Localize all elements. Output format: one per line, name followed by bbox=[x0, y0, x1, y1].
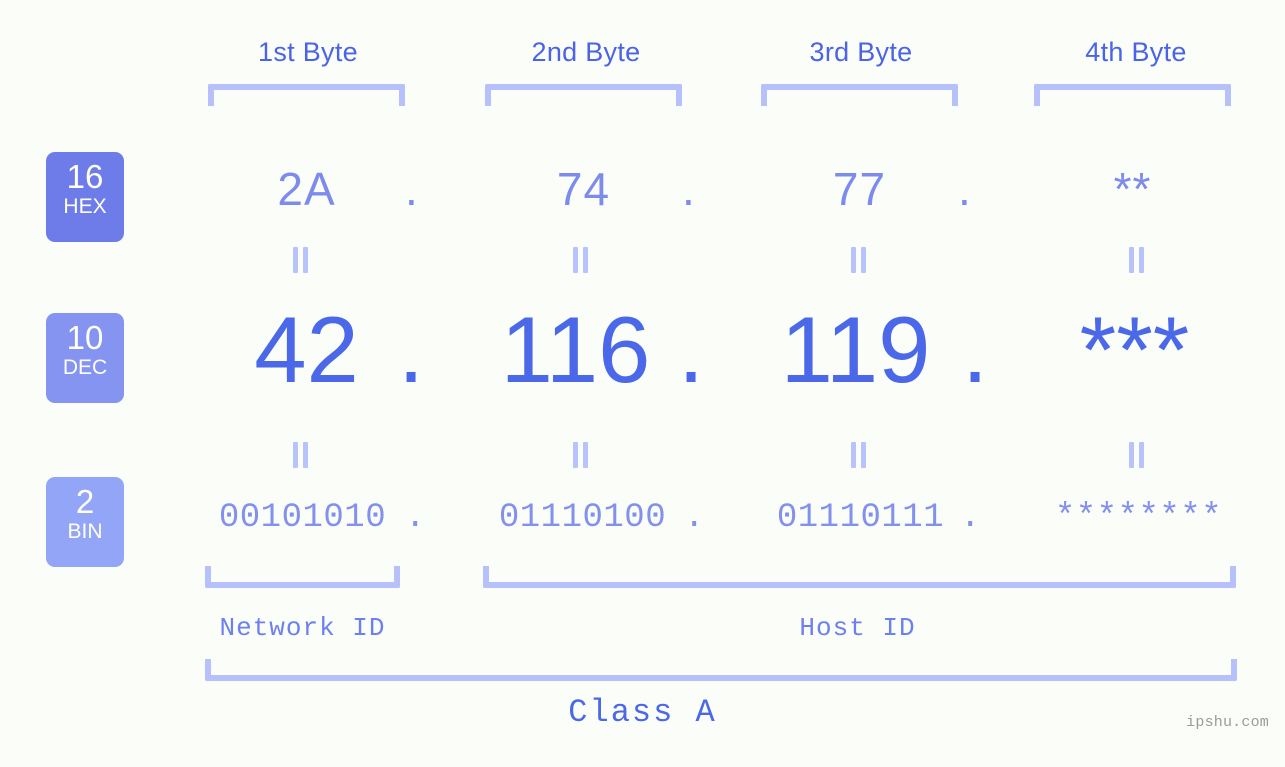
byte-bracket-top-1 bbox=[208, 84, 405, 106]
byte-header-label-1: 1st Byte bbox=[258, 37, 358, 67]
equals-connector-hex-dec-1 bbox=[290, 247, 312, 273]
equals-connector-dec-bin-2 bbox=[570, 442, 592, 468]
base-badge-bin-name: BIN bbox=[67, 520, 103, 543]
hex-value-byte-1: 2A bbox=[277, 163, 336, 215]
byte-bracket-top-4 bbox=[1034, 84, 1231, 106]
network-id-label: Network ID bbox=[219, 613, 386, 643]
site-watermark: ipshu.com bbox=[1186, 714, 1269, 731]
equals-connector-dec-bin-1 bbox=[290, 442, 312, 468]
dec-separator-3: . bbox=[962, 297, 989, 402]
bin-separator-1: . bbox=[405, 499, 426, 537]
byte-bracket-top-2 bbox=[485, 84, 682, 106]
class-bracket bbox=[205, 659, 1237, 681]
hex-separator-3: . bbox=[958, 163, 971, 215]
bin-value-byte-1: 00101010 bbox=[218, 499, 387, 537]
dec-value-byte-1: 42 bbox=[254, 297, 359, 402]
hex-separator-1: . bbox=[405, 163, 418, 215]
bin-separator-2: . bbox=[684, 499, 705, 537]
dec-value-byte-3: 119 bbox=[780, 297, 931, 402]
dec-value-byte-4: *** bbox=[1079, 297, 1190, 402]
byte-header-label-2: 2nd Byte bbox=[531, 37, 641, 67]
dec-separator-2: . bbox=[678, 297, 705, 402]
equals-connector-hex-dec-3 bbox=[848, 247, 870, 273]
host-id-label: Host ID bbox=[799, 613, 916, 643]
base-badge-hex-number: 16 bbox=[66, 158, 104, 195]
bin-value-byte-4: ******** bbox=[1054, 499, 1223, 537]
base-badge-dec: 10 DEC bbox=[46, 313, 124, 403]
base-badge-bin-number: 2 bbox=[75, 483, 95, 520]
base-badge-bin: 2 BIN bbox=[46, 477, 124, 567]
bin-separator-3: . bbox=[960, 499, 981, 537]
base-badge-hex: 16 HEX bbox=[46, 152, 124, 242]
equals-connector-hex-dec-2 bbox=[570, 247, 592, 273]
equals-connector-dec-bin-4 bbox=[1126, 442, 1148, 468]
dec-separator-1: . bbox=[398, 297, 425, 402]
bin-value-byte-3: 01110111 bbox=[776, 499, 945, 537]
hex-value-byte-3: 77 bbox=[832, 163, 887, 215]
class-label: Class A bbox=[568, 694, 717, 731]
dec-value-byte-2: 116 bbox=[500, 297, 651, 402]
host-id-bracket bbox=[483, 566, 1236, 588]
equals-connector-dec-bin-3 bbox=[848, 442, 870, 468]
ip-address-breakdown-diagram: 1st Byte 2nd Byte 3rd Byte 4th Byte 16 H… bbox=[0, 0, 1285, 767]
hex-separator-2: . bbox=[682, 163, 695, 215]
base-badge-dec-number: 10 bbox=[66, 319, 104, 356]
byte-header-label-3: 3rd Byte bbox=[809, 37, 913, 67]
network-id-bracket bbox=[205, 566, 400, 588]
bin-value-byte-2: 01110100 bbox=[498, 499, 667, 537]
base-badge-dec-name: DEC bbox=[62, 356, 108, 379]
hex-value-byte-4: ** bbox=[1113, 163, 1152, 215]
base-badge-hex-name: HEX bbox=[63, 195, 107, 218]
byte-header-label-4: 4th Byte bbox=[1085, 37, 1187, 67]
byte-bracket-top-3 bbox=[761, 84, 958, 106]
equals-connector-hex-dec-4 bbox=[1126, 247, 1148, 273]
hex-value-byte-2: 74 bbox=[556, 163, 611, 215]
